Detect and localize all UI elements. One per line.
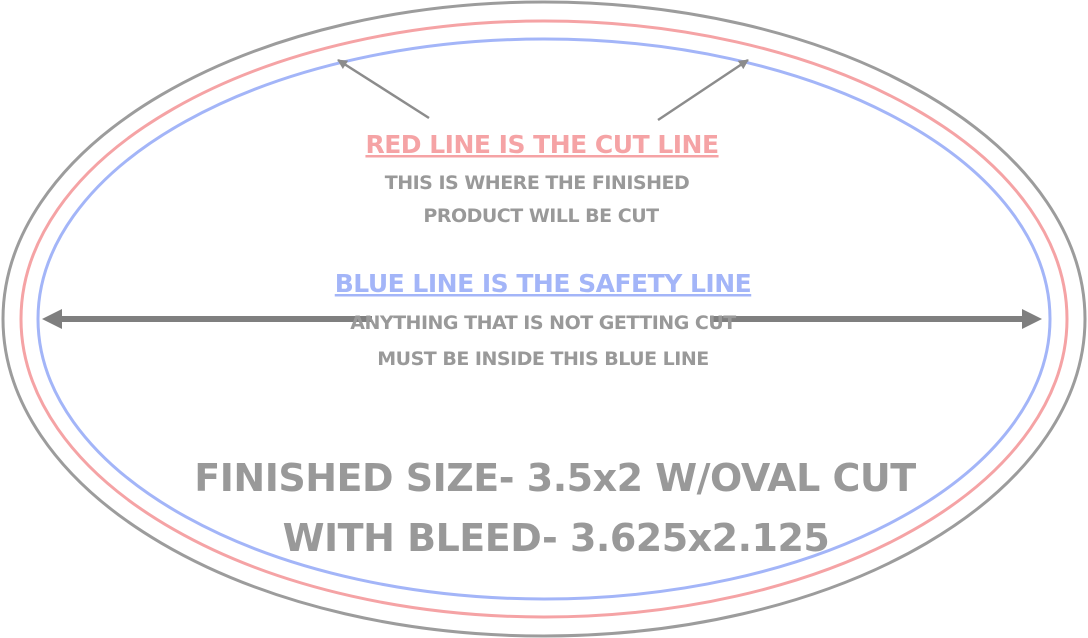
right-pointer-arrow bbox=[657, 58, 749, 122]
red-line-heading: RED LINE IS THE CUT LINE bbox=[365, 130, 718, 159]
red-line-description-1: THIS IS WHERE THE FINISHED bbox=[385, 172, 689, 194]
bleed-size-label: WITH BLEED- 3.625x2.125 bbox=[283, 516, 830, 560]
left-width-arrowhead bbox=[42, 309, 62, 329]
blue-line-description-1: ANYTHING THAT IS NOT GETTING CUT bbox=[350, 312, 736, 334]
blue-line-heading: BLUE LINE IS THE SAFETY LINE bbox=[335, 269, 751, 298]
red-line-description-2: PRODUCT WILL BE CUT bbox=[423, 205, 659, 227]
left-pointer-arrow bbox=[337, 58, 430, 120]
right-width-arrowhead bbox=[1022, 309, 1042, 329]
finished-size-label: FINISHED SIZE- 3.5x2 W/OVAL CUT bbox=[194, 456, 916, 500]
oval-cut-template: RED LINE IS THE CUT LINE THIS IS WHERE T… bbox=[1, 0, 1087, 638]
blue-line-description-2: MUST BE INSIDE THIS BLUE LINE bbox=[377, 348, 708, 370]
